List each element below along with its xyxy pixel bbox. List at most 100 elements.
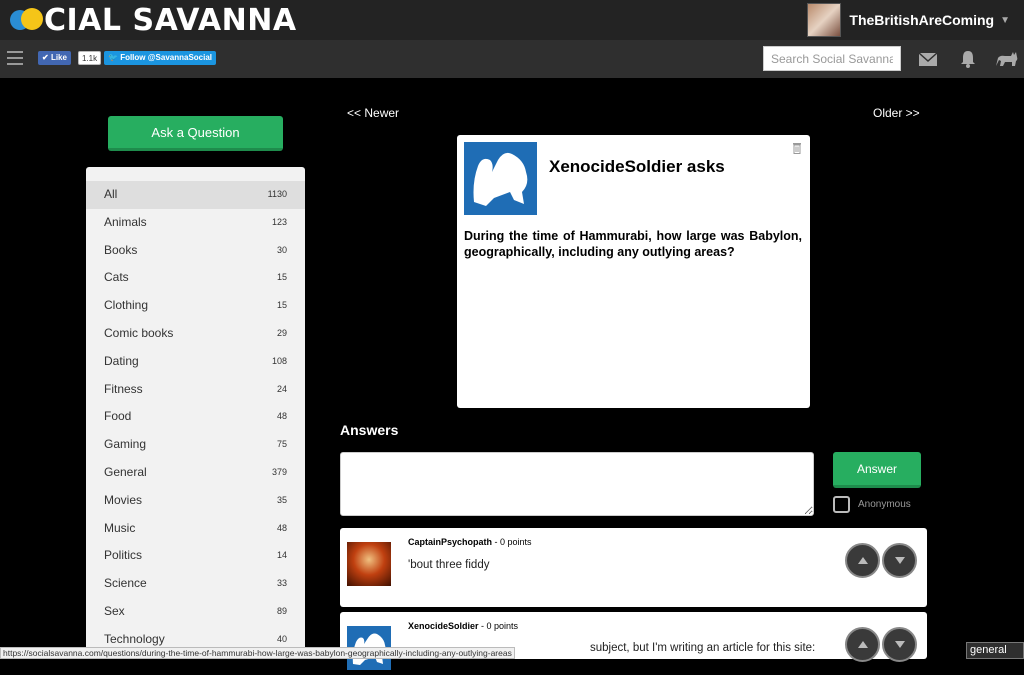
logo-mark-icon — [8, 4, 46, 36]
answer-author[interactable]: CaptainPsychopath — [408, 537, 492, 547]
question-text: During the time of Hammurabi, how large … — [464, 229, 802, 259]
category-count: 35 — [276, 494, 287, 505]
category-label: Music — [104, 520, 136, 535]
bell-icon[interactable] — [958, 50, 978, 68]
category-count: 24 — [276, 383, 287, 394]
answer-points: - 0 points — [478, 621, 519, 631]
facebook-like-button[interactable]: ✔ Like — [38, 51, 71, 65]
top-bar: CIAL SAVANNA TheBritishAreComing ▼ — [0, 0, 1024, 40]
category-label: Fitness — [104, 381, 143, 396]
question-card: XenocideSoldier asks During the time of … — [457, 135, 810, 408]
question-title: XenocideSoldier asks — [549, 157, 725, 176]
asker-avatar[interactable] — [464, 142, 537, 215]
category-label: Food — [104, 409, 132, 424]
general-tag[interactable]: general — [966, 642, 1024, 659]
category-count: 48 — [276, 411, 287, 422]
category-item-clothing[interactable]: Clothing 15 — [86, 292, 305, 320]
answer-text: 'bout three fiddy — [408, 559, 490, 571]
category-item-dating[interactable]: Dating 108 — [86, 348, 305, 376]
site-logo[interactable]: CIAL SAVANNA — [8, 2, 297, 38]
category-label: Clothing — [104, 298, 149, 313]
like-label: Like — [50, 53, 67, 62]
search-input[interactable] — [763, 46, 901, 71]
category-count: 48 — [276, 522, 287, 533]
category-item-cats[interactable]: Cats 15 — [86, 264, 305, 292]
arrow-down-icon — [894, 641, 905, 648]
answer-points: - 0 points — [492, 537, 532, 547]
answer-text: subject, but I'm writing an article for … — [590, 642, 816, 654]
category-count: 123 — [271, 216, 287, 227]
ask-question-button[interactable]: Ask a Question — [108, 116, 283, 151]
category-item-sex[interactable]: Sex 89 — [86, 598, 305, 626]
category-count: 108 — [271, 355, 287, 366]
category-item-gaming[interactable]: Gaming 75 — [86, 431, 305, 459]
arrow-up-icon — [857, 641, 868, 648]
category-count: 75 — [276, 439, 287, 450]
downvote-button[interactable] — [882, 627, 917, 662]
category-label: All — [104, 187, 118, 201]
category-count: 15 — [276, 272, 287, 283]
chevron-down-icon[interactable]: ▼ — [1000, 15, 1010, 26]
arrow-up-icon — [857, 557, 868, 564]
category-item-all[interactable]: All 1130 — [86, 181, 305, 209]
category-count: 1130 — [267, 189, 287, 199]
downvote-button[interactable] — [882, 543, 917, 578]
category-label: Movies — [104, 492, 143, 507]
category-item-politics[interactable]: Politics 14 — [86, 542, 305, 570]
rhino-icon — [473, 152, 528, 206]
category-item-movies[interactable]: Movies 35 — [86, 487, 305, 515]
category-label: Cats — [104, 270, 129, 285]
like-count: 1.1k — [78, 51, 102, 65]
category-count: 30 — [276, 244, 287, 255]
follow-label: Follow @SavannaSocial — [120, 53, 213, 62]
category-list: All 1130 Animals 123 Books 30 Cats 15 Clothi… — [86, 167, 305, 659]
category-label: General — [104, 464, 147, 479]
category-label: Politics — [104, 548, 143, 563]
answers-heading: Answers — [340, 422, 399, 438]
logo-text: CIAL SAVANNA — [44, 2, 297, 38]
envelope-icon[interactable] — [918, 50, 938, 68]
category-label: Gaming — [104, 437, 147, 452]
user-name[interactable]: TheBritishAreComing — [849, 12, 994, 28]
category-item-music[interactable]: Music 48 — [86, 515, 305, 543]
hamburger-menu-icon[interactable] — [7, 51, 23, 65]
category-label: Science — [104, 576, 147, 591]
category-label: Sex — [104, 603, 125, 618]
category-count: 33 — [276, 578, 287, 589]
answer-input[interactable] — [340, 452, 814, 516]
answer-author-line: XenocideSoldier - 0 points — [408, 621, 518, 631]
upvote-button[interactable] — [845, 627, 880, 662]
category-item-books[interactable]: Books 30 — [86, 237, 305, 265]
category-item-general[interactable]: General 379 — [86, 459, 305, 487]
answer-avatar[interactable] — [347, 542, 391, 586]
answer-author[interactable]: XenocideSoldier — [408, 621, 479, 631]
upvote-button[interactable] — [845, 543, 880, 578]
category-item-comic-books[interactable]: Comic books 29 — [86, 320, 305, 348]
user-avatar[interactable] — [807, 3, 842, 37]
category-label: Books — [104, 242, 138, 257]
category-count: 379 — [271, 466, 287, 477]
answer-item: CaptainPsychopath - 0 points 'bout three… — [340, 528, 927, 607]
trash-icon[interactable] — [792, 142, 802, 154]
answer-author-line: CaptainPsychopath - 0 points — [408, 537, 532, 547]
user-menu[interactable]: TheBritishAreComing ▼ — [807, 2, 1010, 38]
category-count: 89 — [276, 605, 287, 616]
cat-icon[interactable] — [994, 50, 1020, 68]
category-item-food[interactable]: Food 48 — [86, 403, 305, 431]
newer-link[interactable]: << Newer — [347, 106, 399, 120]
category-label: Dating — [104, 353, 139, 368]
category-count: 29 — [276, 327, 287, 338]
category-item-science[interactable]: Science 33 — [86, 570, 305, 598]
status-url: https://socialsavanna.com/questions/duri… — [0, 647, 515, 659]
answer-button[interactable]: Answer — [833, 452, 921, 488]
category-item-fitness[interactable]: Fitness 24 — [86, 376, 305, 404]
category-item-animals[interactable]: Animals 123 — [86, 209, 305, 237]
older-link[interactable]: Older >> — [873, 106, 920, 120]
twitter-follow-button[interactable]: 🐦 Follow @SavannaSocial — [104, 51, 217, 65]
category-label: Animals — [104, 214, 147, 229]
anonymous-checkbox[interactable] — [833, 496, 850, 513]
category-label: Technology — [104, 631, 165, 646]
category-count: 14 — [276, 550, 287, 561]
arrow-down-icon — [894, 557, 905, 564]
category-count: 15 — [276, 300, 287, 311]
